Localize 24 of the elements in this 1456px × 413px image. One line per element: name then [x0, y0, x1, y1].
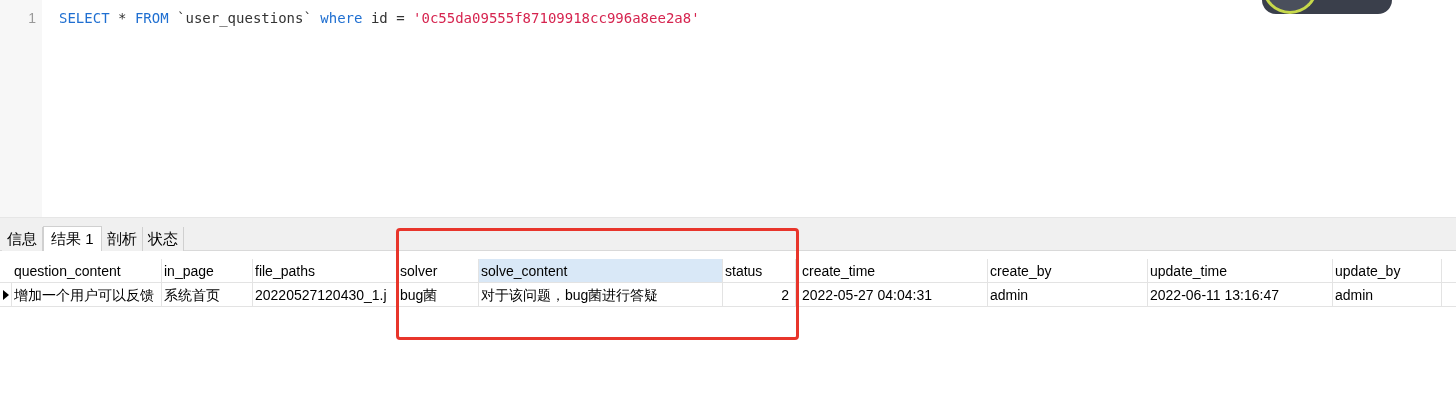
tab[interactable]: 剖析	[101, 227, 143, 251]
table-cell: admin	[1333, 283, 1442, 306]
column-header[interactable]: question_content	[12, 259, 162, 282]
table-cell: 系统首页	[162, 283, 253, 306]
column-header[interactable]: solve_content	[479, 259, 723, 282]
column-header[interactable]: in_page	[162, 259, 253, 282]
column-header[interactable]: status	[723, 259, 796, 282]
table-cell: 2	[723, 283, 796, 306]
tab[interactable]: 信息	[2, 227, 43, 251]
code-line: SELECT * FROM `user_questions` where id = '0c55da09555f87109918cc996a8ee2a8'	[59, 9, 700, 28]
column-header[interactable]: update_time	[1148, 259, 1333, 282]
table-cell: 2022-06-11 13:16:47	[1148, 283, 1333, 306]
column-header[interactable]: solver	[398, 259, 479, 282]
column-header[interactable]: update_by	[1333, 259, 1442, 282]
table-cell: admin	[988, 283, 1148, 306]
tab[interactable]: 状态	[142, 227, 184, 251]
table-cell: 增加一个用户可以反馈	[12, 283, 162, 306]
table-cell: 20220527120430_1.j	[253, 283, 398, 306]
table-cell: 对于该问题，bug菌进行答疑	[479, 283, 723, 306]
table-cell: bug菌	[398, 283, 479, 306]
line-number: 1	[27, 9, 37, 28]
column-header[interactable]: create_by	[988, 259, 1148, 282]
table-cell: 2022-05-27 04:04:31	[796, 283, 988, 306]
tab[interactable]: 结果 1	[43, 226, 102, 251]
